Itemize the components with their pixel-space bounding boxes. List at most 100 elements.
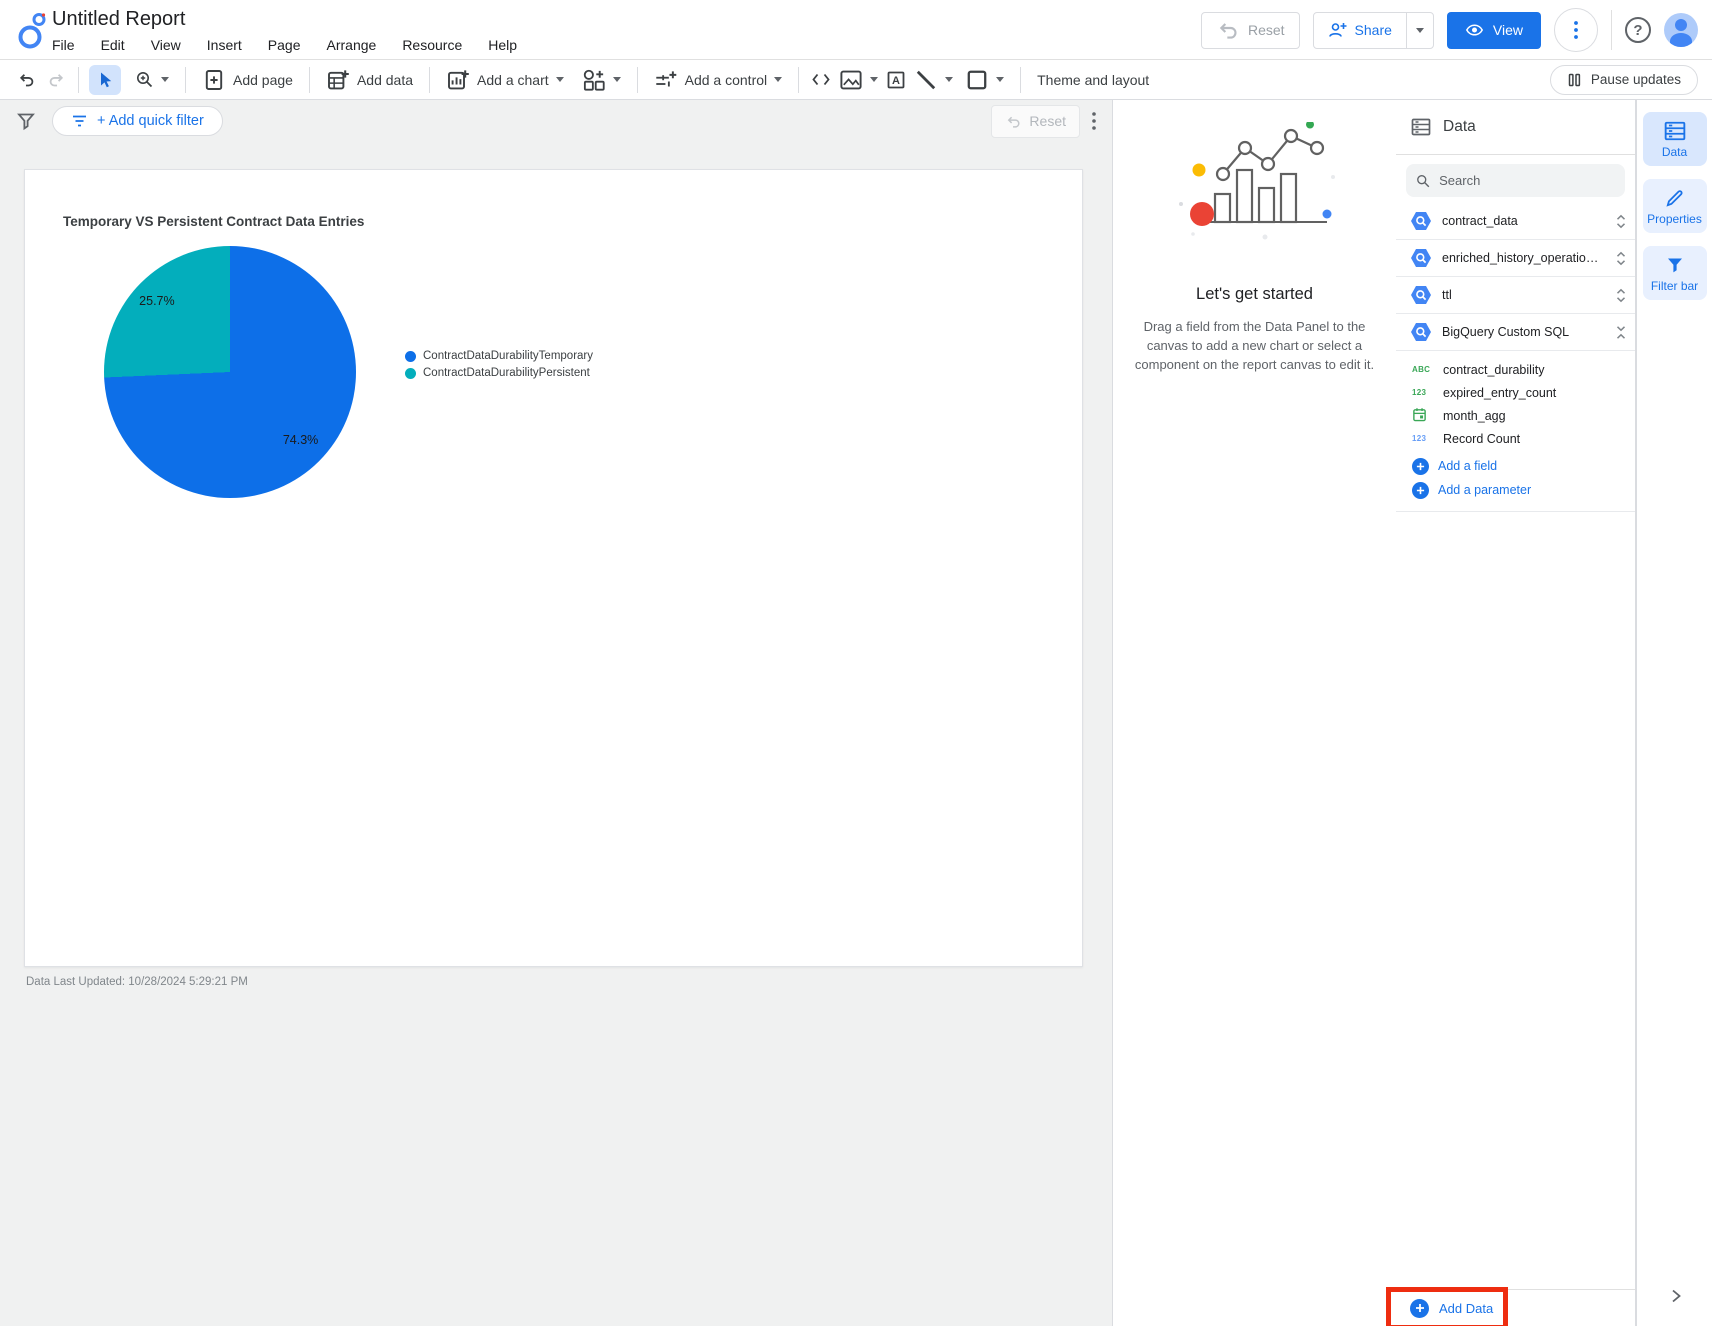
toolbar-separator xyxy=(798,66,800,93)
view-button[interactable]: View xyxy=(1446,11,1541,49)
embed-url-button[interactable] xyxy=(809,68,833,92)
menu-file[interactable]: File xyxy=(52,35,75,55)
toolbar-separator xyxy=(185,66,186,93)
add-chart-button[interactable]: Add a chart xyxy=(440,64,570,96)
menu-bar: File Edit View Insert Page Arrange Resou… xyxy=(52,35,517,55)
share-button-label: Share xyxy=(1354,22,1392,38)
add-quick-filter-label: + Add quick filter xyxy=(97,113,204,129)
person-add-icon xyxy=(1328,23,1347,37)
filter-reset-button[interactable]: Reset xyxy=(991,104,1080,138)
zoom-icon xyxy=(137,72,153,88)
add-data-button[interactable]: Add Data xyxy=(1439,1301,1493,1316)
toolbar-separator xyxy=(308,66,310,93)
theme-and-layout-button[interactable]: Theme and layout xyxy=(1031,68,1155,92)
share-options-caret[interactable] xyxy=(1405,12,1433,48)
field-record-count[interactable]: 123 Record Count xyxy=(1412,427,1635,450)
add-a-parameter-button[interactable]: Add a parameter xyxy=(1412,478,1635,502)
user-avatar[interactable] xyxy=(1664,13,1698,47)
chevron-down-icon xyxy=(870,77,879,82)
pie-chart[interactable]: 25.7% 74.3% xyxy=(104,246,356,498)
add-image-button[interactable] xyxy=(833,64,884,96)
undo-icon xyxy=(19,74,33,87)
add-line-button[interactable] xyxy=(908,64,959,96)
tab-properties[interactable]: Properties xyxy=(1642,179,1707,233)
select-tool-button[interactable] xyxy=(89,64,121,95)
unfold-more-icon[interactable] xyxy=(1615,214,1627,229)
menu-page[interactable]: Page xyxy=(268,35,301,55)
share-button[interactable]: Share xyxy=(1314,13,1406,48)
text-icon: A xyxy=(887,71,905,88)
zoom-tool-button[interactable] xyxy=(129,66,175,93)
unfold-more-icon[interactable] xyxy=(1615,251,1627,266)
add-a-parameter-label: Add a parameter xyxy=(1438,483,1532,497)
share-split-button: Share xyxy=(1312,11,1434,49)
menu-view[interactable]: View xyxy=(151,35,181,55)
filter-more-options-icon[interactable] xyxy=(1092,112,1096,130)
community-visualizations-button[interactable] xyxy=(576,64,627,96)
code-icon xyxy=(812,73,830,86)
field-expired-entry-count[interactable]: 123 expired_entry_count xyxy=(1412,381,1635,404)
tab-data-label: Data xyxy=(1661,145,1688,159)
right-rail: Data Properties Filter bar xyxy=(1636,100,1712,1326)
kebab-icon xyxy=(1574,21,1578,39)
community-viz-icon xyxy=(583,69,605,91)
header-actions: Reset Share View ? xyxy=(1200,8,1698,52)
field-list: ABC contract_durability 123 expired_entr… xyxy=(1396,351,1635,512)
pause-updates-button[interactable]: Pause updates xyxy=(1549,64,1698,95)
tab-filter-bar[interactable]: Filter bar xyxy=(1642,246,1707,300)
report-canvas[interactable]: Temporary VS Persistent Contract Data En… xyxy=(24,169,1083,967)
text-field-icon: ABC xyxy=(1412,365,1431,374)
field-name: Record Count xyxy=(1443,431,1521,446)
menu-insert[interactable]: Insert xyxy=(207,35,242,55)
unfold-less-icon[interactable] xyxy=(1615,325,1627,340)
help-button[interactable]: ? xyxy=(1625,17,1651,43)
bigquery-icon xyxy=(1411,212,1431,230)
menu-edit[interactable]: Edit xyxy=(101,35,125,55)
add-control-button[interactable]: Add a control xyxy=(648,64,789,96)
data-source-ttl[interactable]: ttl xyxy=(1396,277,1635,314)
pie-slice-label-persistent: 25.7% xyxy=(139,294,175,309)
field-contract-durability[interactable]: ABC contract_durability xyxy=(1412,358,1635,381)
unfold-more-icon[interactable] xyxy=(1615,288,1627,303)
add-page-button[interactable]: Add page xyxy=(196,64,299,96)
field-month-agg[interactable]: month_agg xyxy=(1412,404,1635,427)
menu-arrange[interactable]: Arrange xyxy=(327,35,377,55)
add-quick-filter-button[interactable]: + Add quick filter xyxy=(52,106,223,136)
looker-studio-logo-icon xyxy=(18,13,46,49)
data-source-name: ttl xyxy=(1442,288,1452,302)
more-options-button[interactable] xyxy=(1554,8,1598,52)
reset-button[interactable]: Reset xyxy=(1200,11,1300,49)
theme-and-layout-label: Theme and layout xyxy=(1037,71,1150,88)
filter-funnel-icon xyxy=(1667,258,1682,273)
getting-started-title: Let's get started xyxy=(1196,285,1313,303)
data-source-enriched-history[interactable]: enriched_history_operations_sorob... xyxy=(1396,240,1635,277)
add-text-button[interactable]: A xyxy=(884,68,908,92)
data-panel: Data contract_data enriched_history_oper… xyxy=(1386,100,1636,1326)
redo-button[interactable] xyxy=(44,68,68,92)
field-name: contract_durability xyxy=(1443,362,1545,377)
search-input[interactable] xyxy=(1439,173,1615,188)
data-source-contract-data[interactable]: contract_data xyxy=(1396,203,1635,240)
add-shape-button[interactable] xyxy=(959,64,1010,96)
pause-updates-label: Pause updates xyxy=(1590,72,1681,87)
filter-reset-label: Reset xyxy=(1029,113,1066,129)
chart-legend: ContractDataDurabilityTemporary Contract… xyxy=(405,350,593,379)
data-source-bigquery-custom-sql[interactable]: BigQuery Custom SQL xyxy=(1396,314,1635,351)
undo-button[interactable] xyxy=(14,68,38,92)
report-title[interactable]: Untitled Report xyxy=(52,6,517,32)
menu-help[interactable]: Help xyxy=(488,35,517,55)
quick-filter-bar: + Add quick filter Reset xyxy=(0,100,1112,142)
menu-resource[interactable]: Resource xyxy=(402,35,462,55)
add-chart-icon xyxy=(448,69,469,89)
collapse-panel-chevron-icon[interactable] xyxy=(1669,1288,1683,1304)
add-data-button[interactable]: Add data xyxy=(320,64,419,96)
chevron-down-icon xyxy=(996,77,1005,82)
chevron-down-icon xyxy=(612,77,621,82)
getting-started-body: Drag a field from the Data Panel to the … xyxy=(1134,319,1375,372)
toolbar-separator xyxy=(636,66,638,93)
undo-icon xyxy=(1008,116,1020,128)
tab-data[interactable]: Data xyxy=(1642,112,1707,166)
legend-dot-persistent xyxy=(405,367,416,379)
data-last-updated-note: Data Last Updated: 10/28/2024 5:29:21 PM xyxy=(26,976,248,988)
add-a-field-button[interactable]: Add a field xyxy=(1412,454,1635,478)
